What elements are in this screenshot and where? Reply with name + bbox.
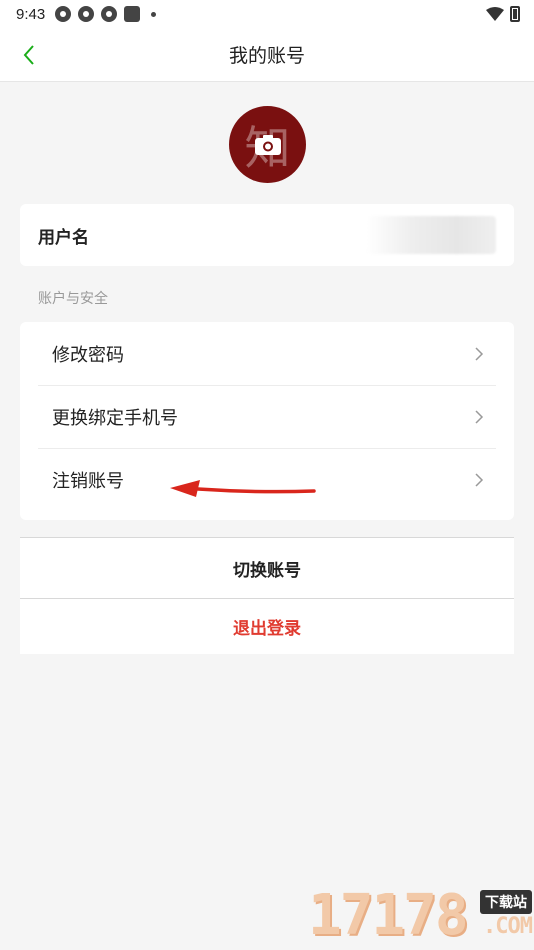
app-notification-icon <box>55 6 72 22</box>
status-bar: 9:43 <box>0 0 534 28</box>
change-password-item[interactable]: 修改密码 <box>20 322 514 385</box>
switch-account-label: 切换账号 <box>233 560 301 581</box>
page-title: 我的账号 <box>228 45 305 67</box>
change-bound-phone-item[interactable]: 更换绑定手机号 <box>20 385 514 448</box>
app-notification-icon <box>78 6 95 22</box>
menu-item-label: 注销账号 <box>52 470 124 492</box>
username-row[interactable]: 用户名 <box>20 204 514 266</box>
red-arrow-icon <box>170 480 316 497</box>
square-notification-icon <box>124 6 141 22</box>
menu-item-label: 更换绑定手机号 <box>52 407 178 429</box>
watermark-suffix: .COM <box>483 914 533 939</box>
site-watermark: 17178 下载站 .COM <box>308 884 534 950</box>
more-notifications-dot-icon <box>151 11 157 17</box>
status-time: 9:43 <box>16 5 46 23</box>
avatar[interactable]: 知 <box>229 106 306 183</box>
logout-button[interactable]: 退出登录 <box>20 598 514 654</box>
chevron-right-icon <box>475 472 484 487</box>
wifi-icon <box>486 7 504 21</box>
chevron-right-icon <box>475 346 484 361</box>
logout-label: 退出登录 <box>233 619 301 639</box>
back-button[interactable] <box>14 40 44 70</box>
chevron-left-icon <box>23 45 34 65</box>
account-actions: 切换账号 退出登录 <box>20 537 514 654</box>
menu-item-label: 修改密码 <box>52 344 124 366</box>
switch-account-button[interactable]: 切换账号 <box>20 538 514 598</box>
username-label: 用户名 <box>38 227 89 248</box>
status-system-icons <box>486 6 520 22</box>
watermark-badge: 下载站 <box>480 890 532 914</box>
watermark-number: 17178 <box>308 883 469 948</box>
battery-icon <box>510 6 520 22</box>
section-label-account-security: 账户与安全 <box>38 291 108 307</box>
app-notification-icon <box>101 6 118 22</box>
chevron-right-icon <box>475 409 484 424</box>
camera-icon <box>254 134 281 155</box>
app-header: 我的账号 <box>0 28 534 82</box>
status-notification-icons <box>55 6 157 22</box>
username-value-redacted <box>366 216 496 254</box>
